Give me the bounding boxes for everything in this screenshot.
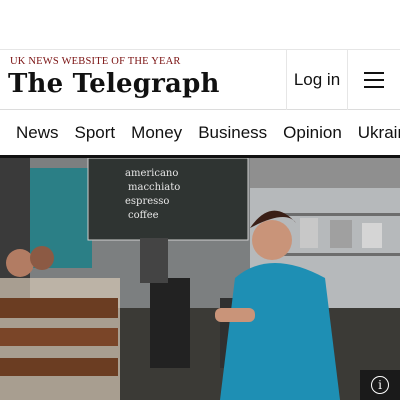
tagline: UK NEWS WEBSITE OF THE YEAR: [10, 56, 181, 67]
telegraph-home-link[interactable]: UK NEWS WEBSITE OF THE YEAR The Telegrap…: [8, 56, 278, 106]
chalkboard-text: espresso: [125, 196, 169, 207]
hamburger-menu-icon: [364, 72, 384, 88]
nav-item-ukraine[interactable]: Ukraine: [358, 123, 400, 143]
page: UK NEWS WEBSITE OF THE YEAR The Telegrap…: [0, 0, 400, 400]
nav-item-money[interactable]: Money: [131, 123, 182, 143]
login-button[interactable]: Log in: [287, 50, 347, 110]
chalkboard-text: macchiato: [128, 182, 180, 193]
image-info-button[interactable]: i: [360, 370, 400, 400]
telegraph-logo: The Telegraph: [8, 69, 220, 99]
chalkboard-text: coffee: [128, 210, 159, 221]
nav-item-news[interactable]: News: [16, 123, 59, 143]
menu-button[interactable]: [348, 50, 400, 110]
chalkboard-text: americano: [125, 168, 178, 179]
site-header: UK NEWS WEBSITE OF THE YEAR The Telegrap…: [0, 49, 400, 110]
info-icon: i: [371, 376, 389, 394]
section-nav: News Sport Money Business Opinion Ukrain…: [0, 110, 400, 158]
cafe-photo: americano macchiato espresso coffee: [0, 158, 400, 400]
nav-item-sport[interactable]: Sport: [75, 123, 116, 143]
hero-image: americano macchiato espresso coffee i: [0, 158, 400, 400]
nav-item-business[interactable]: Business: [198, 123, 267, 143]
nav-item-opinion[interactable]: Opinion: [283, 123, 342, 143]
